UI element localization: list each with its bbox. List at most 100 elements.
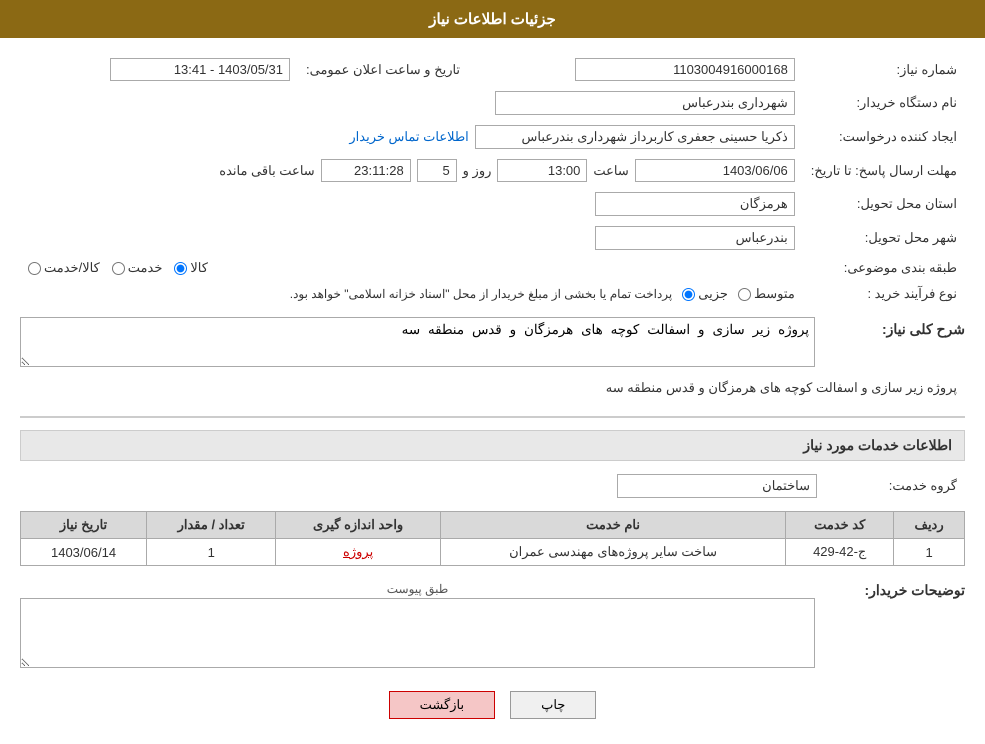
- buyer-notes-placeholder-text: طبق پیوست: [387, 582, 449, 596]
- purchase-type-partial-label: جزیی: [698, 286, 728, 302]
- need-description-text-display: پروژه زیر سازی و اسفالت کوچه های هرمزگان…: [20, 378, 965, 404]
- creator-label: ایجاد کننده درخواست:: [803, 120, 965, 154]
- buyer-org-value: شهرداری بندرعباس: [20, 86, 803, 120]
- city-value: بندرعباس: [20, 221, 803, 255]
- services-section-title: اطلاعات خدمات مورد نیاز: [803, 437, 952, 453]
- table-row: 1 ج-42-429 ساخت سایر پروژه‌های مهندسی عم…: [21, 539, 965, 566]
- need-description-textarea[interactable]: [20, 317, 815, 367]
- col-service-code: کد خدمت: [786, 512, 894, 539]
- need-description-label: شرح کلی نیاز:: [825, 317, 965, 338]
- public-announce-display: 1403/05/31 - 13:41: [110, 58, 290, 81]
- response-date-display: 1403/06/06: [635, 159, 795, 182]
- need-number-value: 1103004916000168: [468, 53, 803, 86]
- purchase-type-medium-label: متوسط: [754, 286, 795, 302]
- row-province: استان محل تحویل: هرمزگان: [20, 187, 965, 221]
- need-description-row: شرح کلی نیاز: document.querySelector('[d…: [20, 317, 965, 370]
- services-table-head: ردیف کد خدمت نام خدمت واحد اندازه گیری ت…: [21, 512, 965, 539]
- province-display: هرمزگان: [595, 192, 795, 216]
- cell-service-name: ساخت سایر پروژه‌های مهندسی عمران: [440, 539, 785, 566]
- creator-value: ذکریا حسینی جعفری کاربرداز شهرداری بندرع…: [20, 120, 803, 154]
- purchase-type-label: نوع فرآیند خرید :: [803, 281, 965, 307]
- cell-service-code: ج-42-429: [786, 539, 894, 566]
- buyer-notes-inner-label: طبق پیوست: [20, 578, 815, 598]
- col-need-date: تاریخ نیاز: [21, 512, 147, 539]
- services-table: ردیف کد خدمت نام خدمت واحد اندازه گیری ت…: [20, 511, 965, 566]
- category-option-service-label: خدمت: [128, 260, 163, 276]
- service-group-label: گروه خدمت:: [825, 469, 965, 503]
- purchase-type-radio-partial[interactable]: [682, 288, 695, 301]
- row-category: طبقه بندی موضوعی: کالا/خدمت خدمت کالا: [20, 255, 965, 281]
- response-remaining-label: ساعت باقی مانده: [219, 163, 314, 179]
- purchase-type-row: متوسط جزیی پرداخت تمام یا بخشی از مبلغ خ…: [28, 286, 795, 302]
- need-number-display: 1103004916000168: [575, 58, 795, 81]
- response-remaining-display: 23:11:28: [321, 159, 411, 182]
- purchase-type-radio-medium[interactable]: [738, 288, 751, 301]
- services-section-header: اطلاعات خدمات مورد نیاز: [20, 430, 965, 461]
- row-need-number: شماره نیاز: 1103004916000168 تاریخ و ساع…: [20, 53, 965, 86]
- category-option-goods-label: کالا: [190, 260, 208, 276]
- category-radio-service[interactable]: [112, 262, 125, 275]
- category-radio-goods-service[interactable]: [28, 262, 41, 275]
- category-radio-goods[interactable]: [174, 262, 187, 275]
- response-days-display: 5: [417, 159, 457, 182]
- purchase-type-medium[interactable]: متوسط: [738, 286, 795, 302]
- row-buyer-org: نام دستگاه خریدار: شهرداری بندرعباس: [20, 86, 965, 120]
- service-group-value: ساختمان: [20, 469, 825, 503]
- province-label: استان محل تحویل:: [803, 187, 965, 221]
- category-option-goods[interactable]: کالا: [174, 260, 208, 276]
- creator-display: ذکریا حسینی جعفری کاربرداز شهرداری بندرع…: [475, 125, 795, 149]
- province-value: هرمزگان: [20, 187, 803, 221]
- page-header: جزئیات اطلاعات نیاز: [0, 0, 985, 38]
- category-option-goods-service[interactable]: کالا/خدمت: [28, 260, 100, 276]
- response-deadline-label: مهلت ارسال پاسخ: تا تاریخ:: [803, 154, 965, 187]
- category-value: کالا/خدمت خدمت کالا: [20, 255, 803, 281]
- buyer-notes-container: طبق پیوست: [20, 578, 815, 671]
- page-wrapper: جزئیات اطلاعات نیاز شماره نیاز: 11030049…: [0, 0, 985, 744]
- divider-services: [20, 416, 965, 418]
- response-deadline-value: 1403/06/06 ساعت 13:00 روز و 5 23:11:28 س…: [20, 154, 803, 187]
- service-group-display: ساختمان: [617, 474, 817, 498]
- response-time-label: ساعت: [593, 163, 628, 179]
- category-option-goods-service-label: کالا/خدمت: [44, 260, 100, 276]
- info-table: شماره نیاز: 1103004916000168 تاریخ و ساع…: [20, 53, 965, 307]
- row-purchase-type: نوع فرآیند خرید : متوسط جزیی پرداخت تمام…: [20, 281, 965, 307]
- services-table-body: 1 ج-42-429 ساخت سایر پروژه‌های مهندسی عم…: [21, 539, 965, 566]
- page-title: جزئیات اطلاعات نیاز: [429, 11, 556, 28]
- need-number-label: شماره نیاز:: [803, 53, 965, 86]
- public-announce-label: تاریخ و ساعت اعلان عمومی:: [298, 53, 468, 86]
- service-group-row: گروه خدمت: ساختمان: [20, 469, 965, 503]
- need-description-value: پروژه زیر سازی و اسفالت کوچه های هرمزگان…: [606, 380, 957, 395]
- buyer-notes-label: توضیحات خریدار:: [825, 578, 965, 599]
- print-button[interactable]: چاپ: [510, 691, 596, 719]
- back-button[interactable]: بازگشت: [389, 691, 495, 719]
- category-label: طبقه بندی موضوعی:: [803, 255, 965, 281]
- city-display: بندرعباس: [595, 226, 795, 250]
- button-row: چاپ بازگشت: [20, 691, 965, 719]
- col-service-name: نام خدمت: [440, 512, 785, 539]
- purchase-type-partial[interactable]: جزیی: [682, 286, 728, 302]
- response-days-label: روز و: [463, 163, 492, 179]
- city-label: شهر محل تحویل:: [803, 221, 965, 255]
- category-option-service[interactable]: خدمت: [112, 260, 163, 276]
- public-announce-value: 1403/05/31 - 13:41: [20, 53, 298, 86]
- buyer-notes-textarea[interactable]: [20, 598, 815, 668]
- buyer-notes-row: توضیحات خریدار: طبق پیوست: [20, 578, 965, 671]
- services-table-header-row: ردیف کد خدمت نام خدمت واحد اندازه گیری ت…: [21, 512, 965, 539]
- buyer-org-display: شهرداری بندرعباس: [495, 91, 795, 115]
- row-response-deadline: مهلت ارسال پاسخ: تا تاریخ: 1403/06/06 سا…: [20, 154, 965, 187]
- service-group-table: گروه خدمت: ساختمان: [20, 469, 965, 503]
- col-quantity: تعداد / مقدار: [147, 512, 276, 539]
- cell-row-num: 1: [894, 539, 965, 566]
- contact-link[interactable]: اطلاعات تماس خریدار: [349, 129, 468, 145]
- cell-unit: پروژه: [276, 539, 441, 566]
- row-creator: ایجاد کننده درخواست: ذکریا حسینی جعفری ک…: [20, 120, 965, 154]
- cell-quantity: 1: [147, 539, 276, 566]
- purchase-type-note: پرداخت تمام یا بخشی از مبلغ خریدار از مح…: [290, 287, 673, 301]
- col-unit: واحد اندازه گیری: [276, 512, 441, 539]
- main-content: شماره نیاز: 1103004916000168 تاریخ و ساع…: [0, 38, 985, 744]
- response-time-display: 13:00: [497, 159, 587, 182]
- col-row-num: ردیف: [894, 512, 965, 539]
- cell-need-date: 1403/06/14: [21, 539, 147, 566]
- row-city: شهر محل تحویل: بندرعباس: [20, 221, 965, 255]
- category-radio-group: کالا/خدمت خدمت کالا: [28, 260, 795, 276]
